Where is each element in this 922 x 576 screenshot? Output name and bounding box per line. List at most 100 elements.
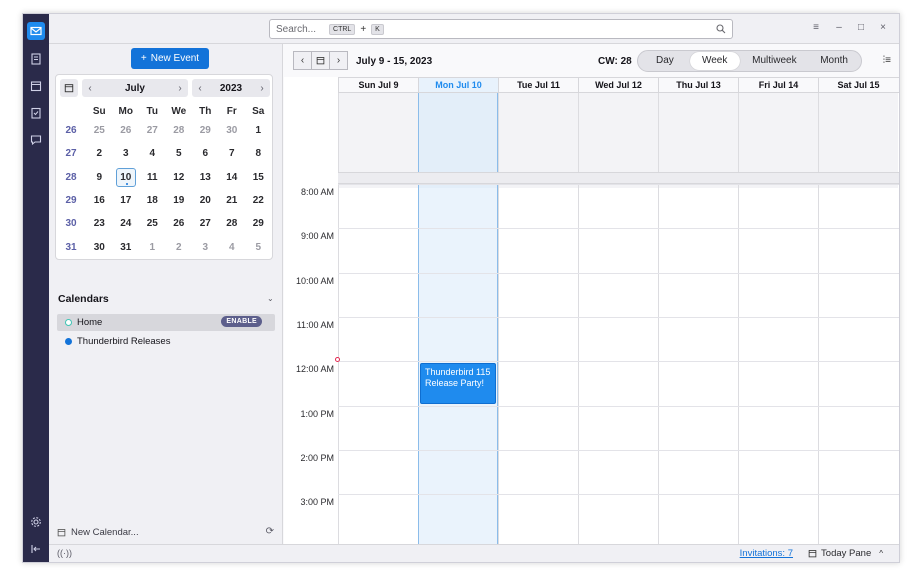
view-options-icon[interactable]: ⫶≡ xyxy=(883,55,891,66)
week-number: 28 xyxy=(65,171,77,183)
day-of-week-label: Sa xyxy=(252,105,265,117)
today-pane-toggle[interactable]: Today Pane ^ xyxy=(808,548,883,559)
enable-badge[interactable]: ENABLE xyxy=(221,316,262,327)
minimonth-day[interactable]: 2 xyxy=(86,148,113,159)
minimonth-day[interactable]: 6 xyxy=(192,148,219,159)
minimonth-day[interactable]: 18 xyxy=(139,195,166,206)
day-column[interactable] xyxy=(658,93,738,544)
minimonth-day[interactable]: 26 xyxy=(166,218,193,229)
new-event-button[interactable]: + New Event xyxy=(131,48,209,69)
prev-week-button[interactable]: ‹ xyxy=(293,51,312,70)
time-label: 9:00 AM xyxy=(300,231,334,242)
tab-multiweek[interactable]: Multiweek xyxy=(740,52,810,70)
minimonth-day[interactable]: 19 xyxy=(166,195,193,206)
minimonth-day[interactable]: 9 xyxy=(86,172,113,183)
today-button[interactable] xyxy=(311,51,330,70)
tab-week[interactable]: Week xyxy=(689,52,740,70)
prev-year-button[interactable]: ‹ xyxy=(192,83,208,94)
day-column[interactable] xyxy=(578,93,658,544)
minimonth-day[interactable]: 27 xyxy=(192,218,219,229)
day-column[interactable] xyxy=(418,93,498,544)
day-column[interactable] xyxy=(738,93,818,544)
event-thunderbird-release-party[interactable]: Thunderbird 115 Release Party! xyxy=(420,363,496,405)
minimonth-day[interactable]: 29 xyxy=(192,125,219,136)
tab-month[interactable]: Month xyxy=(809,52,859,70)
minimonth-day[interactable]: 16 xyxy=(86,195,113,206)
next-week-button[interactable]: › xyxy=(329,51,348,70)
minimonth-day[interactable]: 25 xyxy=(139,218,166,229)
day-header[interactable]: Sun Jul 9 xyxy=(338,78,418,92)
collapse-spaces-button[interactable] xyxy=(27,540,45,558)
address-book-space-button[interactable] xyxy=(27,50,45,68)
week-number: 30 xyxy=(65,218,77,230)
prev-month-button[interactable]: ‹ xyxy=(82,83,98,94)
search-icon xyxy=(716,24,726,34)
invitations-link[interactable]: Invitations: 7 xyxy=(740,548,793,559)
day-header[interactable]: Mon Jul 10 xyxy=(418,78,498,92)
new-calendar-button[interactable]: New Calendar... xyxy=(57,527,139,538)
day-column[interactable] xyxy=(498,93,578,544)
time-label: 12:00 AM xyxy=(295,364,334,375)
day-header[interactable]: Wed Jul 12 xyxy=(578,78,658,92)
minimonth-day[interactable]: 4 xyxy=(139,148,166,159)
minimonth-day[interactable]: 1 xyxy=(245,125,272,136)
day-header[interactable]: Sat Jul 15 xyxy=(818,78,898,92)
sync-icon[interactable]: ⟳ xyxy=(266,526,274,537)
minimonth-day[interactable]: 14 xyxy=(219,172,246,183)
minimonth-day[interactable]: 1 xyxy=(139,242,166,253)
minimonth-day[interactable]: 17 xyxy=(113,195,140,206)
minimonth-day[interactable]: 28 xyxy=(219,218,246,229)
minimonth-day[interactable]: 2 xyxy=(166,242,193,253)
tab-day[interactable]: Day xyxy=(640,52,690,70)
minimonth-day[interactable]: 13 xyxy=(192,172,219,183)
day-header[interactable]: Tue Jul 11 xyxy=(498,78,578,92)
minimonth-day[interactable]: 30 xyxy=(219,125,246,136)
next-month-button[interactable]: › xyxy=(172,83,188,94)
minimonth-day[interactable]: 15 xyxy=(245,172,272,183)
hour-separator-strip xyxy=(338,172,899,184)
minimonth-day[interactable]: 31 xyxy=(113,242,140,253)
minimonth-day[interactable]: 8 xyxy=(245,148,272,159)
settings-icon xyxy=(31,517,41,527)
minimonth-day[interactable]: 21 xyxy=(219,195,246,206)
minimonth-day[interactable]: 29 xyxy=(245,218,272,229)
day-column[interactable] xyxy=(818,93,898,544)
minimonth-day[interactable]: 3 xyxy=(113,148,140,159)
minimonth-day[interactable]: 28 xyxy=(166,125,193,136)
calendar-item-thunderbird-releases[interactable]: Thunderbird Releases xyxy=(57,333,275,350)
minimonth-day[interactable]: 11 xyxy=(139,172,166,183)
tasks-space-button[interactable] xyxy=(27,104,45,122)
minimonth-day[interactable]: 22 xyxy=(245,195,272,206)
minimonth-day[interactable]: 12 xyxy=(166,172,193,183)
minimize-button[interactable]: – xyxy=(832,22,846,33)
status-bar: ((·)) Invitations: 7 Today Pane ^ xyxy=(49,544,899,562)
minimonth-day[interactable]: 5 xyxy=(166,148,193,159)
day-header[interactable]: Fri Jul 14 xyxy=(738,78,818,92)
maximize-button[interactable]: □ xyxy=(854,22,868,33)
minimonth-day[interactable]: 30 xyxy=(86,242,113,253)
minimonth-today[interactable]: 10 xyxy=(115,167,136,187)
minimonth-day[interactable]: 20 xyxy=(192,195,219,206)
mail-space-button[interactable] xyxy=(27,22,45,40)
day-column[interactable] xyxy=(338,93,418,544)
minimonth-day[interactable]: 4 xyxy=(219,242,246,253)
chevron-down-icon[interactable]: ⌄ xyxy=(267,294,274,303)
next-year-button[interactable]: › xyxy=(254,83,270,94)
minimonth-day[interactable]: 25 xyxy=(86,125,113,136)
minimonth-day[interactable]: 26 xyxy=(113,125,140,136)
minimonth-day[interactable]: 23 xyxy=(86,218,113,229)
global-search-input[interactable]: Search... CTRL + K xyxy=(269,19,733,39)
minimonth-day[interactable]: 5 xyxy=(245,242,272,253)
close-button[interactable]: × xyxy=(876,22,890,33)
calendar-item-home[interactable]: Home ENABLE xyxy=(57,314,275,331)
chat-space-button[interactable] xyxy=(27,131,45,149)
minimonth-day[interactable]: 7 xyxy=(219,148,246,159)
minimonth-today-button[interactable] xyxy=(60,79,78,97)
calendar-space-button[interactable] xyxy=(27,77,45,95)
day-header[interactable]: Thu Jul 13 xyxy=(658,78,738,92)
minimonth-day[interactable]: 3 xyxy=(192,242,219,253)
settings-space-button[interactable] xyxy=(27,513,45,531)
minimonth-day[interactable]: 24 xyxy=(113,218,140,229)
app-menu-button[interactable]: ≡ xyxy=(809,22,823,33)
minimonth-day[interactable]: 27 xyxy=(139,125,166,136)
